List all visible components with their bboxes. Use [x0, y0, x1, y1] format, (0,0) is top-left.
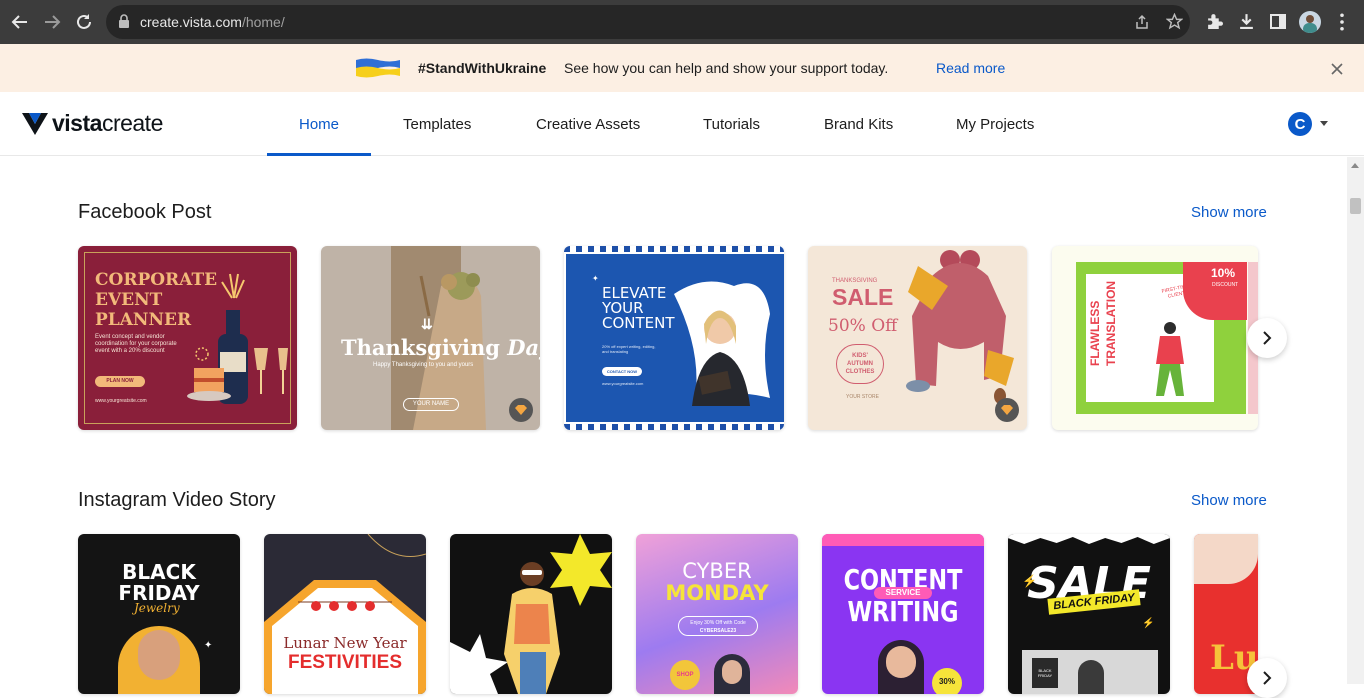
back-icon[interactable]	[8, 10, 32, 34]
card-percent: 10%	[1211, 266, 1236, 280]
nav-home[interactable]: Home	[299, 92, 339, 156]
story-card-black-friday-jewelry[interactable]: BLACK FRIDAY Jewelry ✦	[78, 534, 240, 694]
woman-photo	[674, 281, 770, 406]
card-footer: YOUR STORE	[846, 394, 879, 400]
sparkle-icon: ✦	[756, 354, 763, 363]
card-subtext: Happy Thanksgiving to you and yours	[373, 362, 474, 368]
vistacreate-logo[interactable]: vistacreate	[22, 110, 163, 136]
card-title: SALE	[832, 284, 894, 310]
show-more-instagram-video-story[interactable]: Show more	[1191, 492, 1267, 509]
story-card-lunar-new-year[interactable]: Lunar New Year FESTIVITIES	[264, 534, 426, 694]
more-vert-icon[interactable]	[1337, 13, 1347, 31]
forward-icon[interactable]	[40, 10, 64, 34]
bolt-icon: ⚡	[1142, 618, 1155, 629]
site-header: vistacreate Home Templates Creative Asse…	[0, 92, 1364, 156]
template-card-elevate-content[interactable]: ELEVATE YOUR CONTENT 20% off expert writ…	[564, 246, 784, 430]
reload-icon[interactable]	[72, 10, 96, 34]
card-title: BLACK FRIDAY	[118, 560, 200, 605]
nav-templates[interactable]: Templates	[403, 92, 471, 156]
template-card-thanksgiving-day[interactable]: ⇊ Thanksgiving Day Happy Thanksgiving to…	[321, 246, 540, 430]
show-more-facebook-post[interactable]: Show more	[1191, 204, 1267, 221]
nav-creative-assets[interactable]: Creative Assets	[536, 92, 640, 156]
card-subtext: Event concept and vendor coordination fo…	[95, 334, 177, 354]
vistacreate-logo-icon	[22, 113, 48, 135]
bolt-icon: ⚡	[1022, 574, 1037, 588]
nav-active-underline	[267, 153, 371, 156]
banner-hashtag: #StandWithUkraine	[418, 60, 547, 76]
template-card-flawless-translation[interactable]: 10% DISCOUNT FIRST-TIME CLIENT FLAWLESS …	[1052, 246, 1258, 430]
page-scrollbar[interactable]	[1347, 157, 1364, 684]
card-title: Thanksgiving Day	[341, 335, 540, 360]
section-title-instagram-video-story: Instagram Video Story	[78, 489, 276, 511]
address-bar[interactable]: create.vista.com/home/	[106, 5, 1190, 39]
card-subtitle: FESTIVITIES	[287, 652, 403, 673]
card-sticker: SHOP NOW	[670, 660, 700, 690]
ukraine-flag-icon	[356, 58, 400, 78]
champagne-illustration	[187, 273, 288, 404]
card-footer: www.yourgreatsite.com	[602, 381, 644, 386]
url-text: create.vista.com/home/	[140, 14, 285, 30]
chevron-down-icon[interactable]	[1320, 121, 1328, 126]
nav-my-projects[interactable]: My Projects	[956, 92, 1034, 156]
side-panel-icon[interactable]	[1270, 14, 1286, 29]
carousel-next-button-stories[interactable]	[1247, 658, 1287, 698]
card-button: YOUR NAME	[403, 398, 459, 411]
card-discount: 50% Off	[828, 316, 898, 336]
share-icon[interactable]	[1134, 14, 1150, 30]
story-card-content-writing[interactable]: CONTENT WRITING SERVICE 30%	[822, 534, 984, 694]
sparkle-icon: ✦	[204, 640, 213, 651]
template-card-thanksgiving-sale[interactable]: THANKSGIVING SALE 50% Off KIDS' AUTUMN C…	[808, 246, 1027, 430]
logo-text: vistacreate	[52, 109, 163, 136]
nav-tutorials[interactable]: Tutorials	[703, 92, 760, 156]
card-subtext: 20% off expert writing, editing, and tra…	[602, 344, 656, 354]
user-avatar[interactable]: C	[1288, 112, 1312, 136]
close-icon[interactable]	[1330, 62, 1344, 76]
chevron-right-icon	[1263, 671, 1272, 685]
browser-toolbar: create.vista.com/home/	[0, 0, 1364, 44]
premium-crown-icon	[995, 398, 1019, 422]
card-percent: 30%	[932, 668, 962, 694]
premium-crown-icon	[509, 398, 533, 422]
scroll-up-icon[interactable]	[1351, 163, 1359, 168]
section-title-facebook-post: Facebook Post	[78, 201, 212, 223]
profile-avatar-icon[interactable]	[1299, 11, 1321, 33]
card-discount: DISCOUNT	[1212, 282, 1239, 288]
person-illustration	[1156, 322, 1184, 396]
story-card-cyber-monday[interactable]: CYBER MONDAY Enjoy 30% Off with Code CYB…	[636, 534, 798, 694]
card-button: CONTACT NOW	[602, 367, 642, 376]
card-code-box: Enjoy 30% Off with Code CYBERSALE23	[678, 616, 758, 636]
banner-message: See how you can help and show your suppo…	[564, 60, 889, 76]
scrollbar-thumb[interactable]	[1350, 198, 1361, 214]
carousel-next-button[interactable]	[1247, 318, 1287, 358]
sparkle-icon: ✦	[592, 274, 599, 283]
fashion-photo	[450, 534, 612, 694]
arrows-decor: ⇊	[421, 316, 433, 332]
card-script: Jewelry	[134, 601, 180, 615]
card-button: PLAN NOW	[95, 376, 145, 387]
story-card-fashion[interactable]	[450, 534, 612, 694]
chevron-right-icon	[1263, 331, 1272, 345]
card-title: CYBER MONDAY	[665, 559, 769, 605]
ukraine-banner: #StandWithUkraine See how you can help a…	[0, 44, 1364, 92]
card-badge: SERVICE	[874, 587, 932, 599]
bookmark-star-icon[interactable]	[1166, 13, 1183, 30]
story-card-black-friday-sale[interactable]: SALE BLACK FRIDAY ⚡ ⚡ BLACK FRIDAY	[1008, 534, 1170, 694]
sparkle-icon: ✦	[739, 288, 746, 297]
card-badge: KIDS' AUTUMN CLOTHES	[836, 344, 884, 384]
lock-icon	[119, 14, 129, 28]
card-title: Lunar New Year	[283, 634, 407, 652]
extensions-icon[interactable]	[1206, 13, 1223, 30]
template-card-corporate-event[interactable]: CORPORATE EVENT PLANNER Event concept an…	[78, 246, 297, 430]
download-icon[interactable]	[1238, 13, 1255, 30]
card-footer: www.yourgreatsite.com	[95, 398, 147, 404]
nav-brand-kits[interactable]: Brand Kits	[824, 92, 893, 156]
card-title: ELEVATE YOUR CONTENT	[602, 284, 675, 332]
banner-read-more-link[interactable]: Read more	[936, 60, 1005, 76]
